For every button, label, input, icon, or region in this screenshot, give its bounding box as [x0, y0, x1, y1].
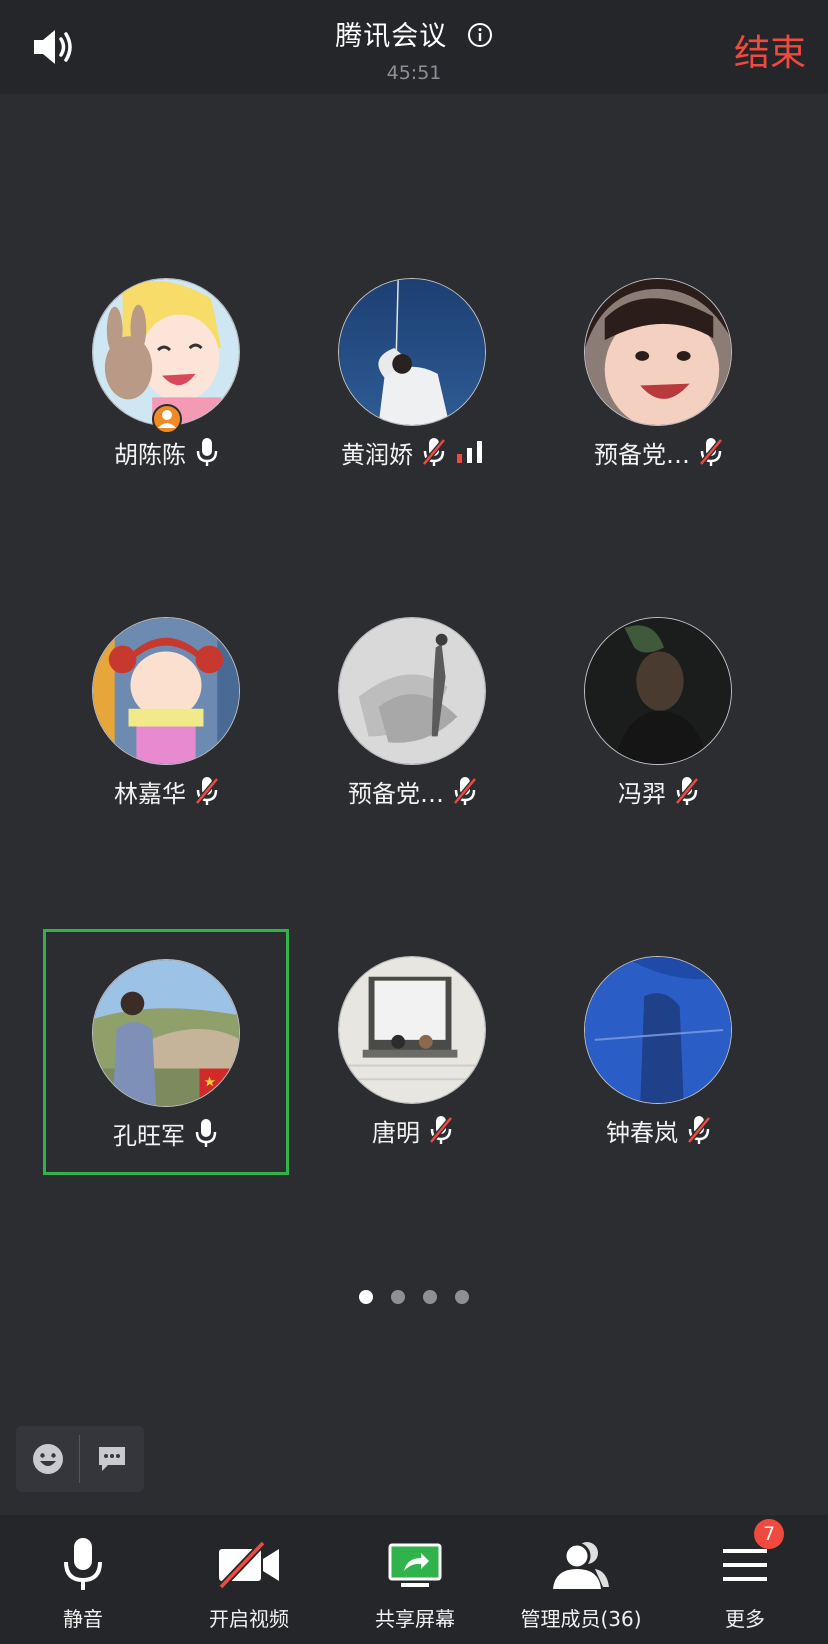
participant-tile[interactable]: 林嘉华 [44, 595, 290, 841]
page-indicator[interactable] [0, 1290, 828, 1304]
chat-button[interactable] [80, 1426, 143, 1492]
more-label: 更多 [725, 1607, 765, 1631]
participant-name-row: 冯羿 [536, 771, 782, 811]
share-screen-icon [388, 1543, 442, 1587]
avatar [92, 617, 240, 765]
participant-tile[interactable]: 唐明 [290, 934, 536, 1180]
participant-name: 黄润娇 [341, 440, 413, 469]
page-dot[interactable] [391, 1290, 405, 1304]
participant-name-row: 钟春岚 [536, 1110, 782, 1150]
participant-name: 钟春岚 [606, 1118, 678, 1147]
participant-name-row: 唐明 [290, 1110, 536, 1150]
avatar [584, 278, 732, 426]
muted-microphone-icon [453, 777, 477, 805]
avatar [338, 278, 486, 426]
participant-name-row: 胡陈陈 [44, 432, 290, 472]
share-screen-label: 共享屏幕 [375, 1607, 455, 1631]
page-dot-current[interactable] [359, 1290, 373, 1304]
participant-name: 孔旺军 [113, 1121, 185, 1150]
participant-name-row: 预备党… [290, 771, 536, 811]
smiley-icon [32, 1444, 63, 1474]
participant-tile[interactable]: 预备党… [290, 595, 536, 841]
menu-icon [723, 1549, 767, 1581]
members-icon [553, 1542, 609, 1589]
more-button[interactable]: 7 更多 [662, 1515, 828, 1644]
avatar [338, 956, 486, 1104]
meeting-title-text: 腾讯会议 [335, 21, 448, 52]
notification-badge: 7 [754, 1519, 784, 1549]
page-dot[interactable] [455, 1290, 469, 1304]
muted-microphone-icon [429, 1116, 453, 1144]
avatar [584, 956, 732, 1104]
host-badge-icon [152, 404, 182, 434]
meeting-timer: 45:51 [386, 62, 442, 84]
manage-members-button[interactable]: 管理成员(36) [498, 1515, 664, 1644]
share-screen-button[interactable]: 共享屏幕 [332, 1515, 498, 1644]
muted-microphone-icon [675, 777, 699, 805]
participant-name-row: 预备党… [536, 432, 782, 472]
participant-name: 预备党… [594, 440, 690, 469]
muted-microphone-icon [422, 438, 446, 466]
signal-strength-icon [457, 441, 482, 463]
page-dot[interactable] [423, 1290, 437, 1304]
microphone-icon [64, 1538, 102, 1590]
info-icon[interactable] [467, 22, 493, 48]
meeting-title-area: 腾讯会议 45:51 [0, 14, 828, 84]
participant-tile[interactable]: 冯羿 [536, 595, 782, 841]
mute-button[interactable]: 静音 [0, 1515, 166, 1644]
top-bar: 腾讯会议 45:51 结束 [0, 0, 828, 94]
bottom-toolbar: 静音 开启视频 共享屏幕 管理成员(36) 7 更多 [0, 1515, 828, 1644]
participant-name-row: 黄润娇 [290, 432, 536, 472]
participant-tile-active-speaker[interactable]: 孔旺军 [43, 929, 289, 1175]
meeting-title[interactable]: 腾讯会议 [0, 14, 828, 53]
participant-tile[interactable]: 胡陈陈 [44, 256, 290, 502]
avatar [584, 617, 732, 765]
participant-name: 唐明 [372, 1118, 420, 1147]
microphone-icon [195, 1119, 217, 1147]
participant-name: 林嘉华 [114, 779, 186, 808]
participant-tile[interactable]: 钟春岚 [536, 934, 782, 1180]
participant-tile[interactable]: 预备党… [536, 256, 782, 502]
manage-members-label: 管理成员(36) [520, 1607, 642, 1631]
participant-name-row: 孔旺军 [43, 1113, 289, 1153]
participant-tile[interactable]: 黄润娇 [290, 256, 536, 502]
muted-microphone-icon [699, 438, 723, 466]
chat-bubble-icon [98, 1447, 125, 1471]
emoji-button[interactable] [16, 1426, 79, 1492]
end-meeting-button[interactable]: 结束 [734, 24, 806, 76]
reaction-chat-bar [16, 1426, 144, 1492]
muted-microphone-icon [195, 777, 219, 805]
avatar [92, 959, 240, 1107]
muted-microphone-icon [687, 1116, 711, 1144]
start-video-label: 开启视频 [209, 1607, 289, 1631]
avatar [338, 617, 486, 765]
start-video-button[interactable]: 开启视频 [166, 1515, 332, 1644]
participant-name: 胡陈陈 [114, 440, 186, 469]
participant-name-row: 林嘉华 [44, 771, 290, 811]
microphone-icon [196, 438, 218, 466]
video-off-icon [218, 1541, 279, 1589]
participant-name: 冯羿 [618, 779, 666, 808]
participant-name: 预备党… [348, 779, 444, 808]
mute-label: 静音 [63, 1607, 103, 1631]
